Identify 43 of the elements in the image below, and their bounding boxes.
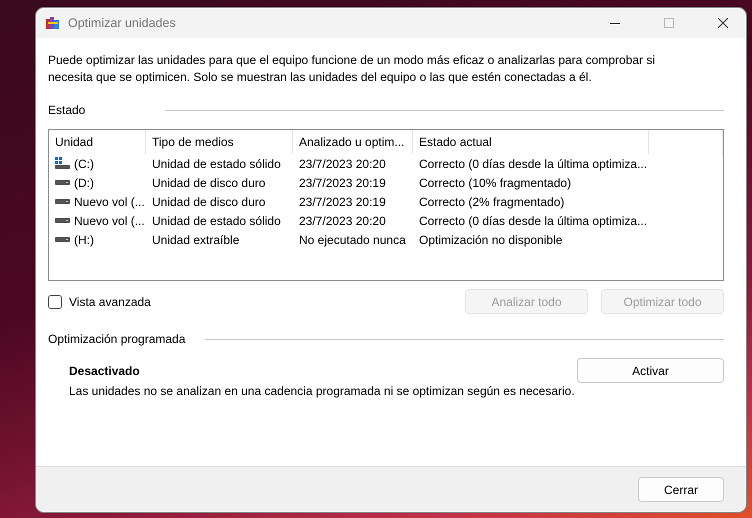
- table-cell-text: Correcto (2% fragmentado): [418, 194, 566, 210]
- table-cell: Nuevo vol (...: [49, 192, 146, 211]
- table-cell-text: Unidad de estado sólido: [151, 212, 282, 230]
- table-cell: (H:): [49, 230, 146, 249]
- close-dialog-button[interactable]: Cerrar: [638, 477, 724, 502]
- table-cell-text: No ejecutado nunca: [298, 232, 407, 248]
- column-header[interactable]: Estado actual: [413, 130, 649, 154]
- column-header[interactable]: Unidad: [49, 130, 146, 154]
- activate-button[interactable]: Activar: [577, 358, 724, 383]
- checkbox-label: Vista avanzada: [69, 294, 152, 308]
- table-cell: (C:): [49, 154, 146, 173]
- table-cell-text: 23/7/2023 20:20: [298, 156, 387, 172]
- drive-icon: [55, 237, 70, 242]
- table-cell-text: Correcto (0 días desde la última optimiza...: [418, 212, 648, 230]
- section-title: Optimización programada: [48, 332, 186, 346]
- column-header[interactable]: Analizado u optim...: [293, 130, 413, 154]
- drive-icon: [55, 180, 70, 185]
- defragment-app-icon: [46, 16, 60, 30]
- table-cell-text: 23/7/2023 20:20: [298, 212, 387, 230]
- maximize-icon: [664, 18, 674, 28]
- table-cell-text: Unidad de estado sólido: [151, 156, 282, 172]
- column-header[interactable]: Tipo de medios: [146, 130, 293, 154]
- minimize-icon: [610, 22, 620, 24]
- drive-icon: [55, 199, 70, 204]
- windows-drive-icon: [55, 157, 70, 170]
- table-cell-text: Unidad de disco duro: [151, 194, 266, 210]
- drive-icon: [55, 218, 70, 223]
- section-title: Estado: [48, 103, 86, 117]
- table-cell-text: Optimización no disponible: [418, 232, 564, 248]
- checkbox[interactable]: [48, 294, 62, 308]
- table-cell: (D:): [49, 173, 146, 192]
- schedule-description: Las unidades no se analizan en una cadencia programada ni se optimizan según es necesario.: [69, 384, 576, 398]
- schedule-status: Desactivado: [69, 364, 141, 378]
- table-cell-text: Unidad de disco duro: [151, 174, 266, 192]
- close-icon: [718, 18, 728, 28]
- table-cell-text: Unidad extraíble: [151, 232, 240, 248]
- window-title: Optimizar unidades: [68, 16, 177, 30]
- table-cell-text: Correcto (0 días desde la última optimiza...: [418, 156, 648, 172]
- table-cell-text: 23/7/2023 20:19: [298, 174, 387, 192]
- table-cell-text: Correcto (10% fragmentado): [418, 174, 572, 192]
- table-cell: Nuevo vol (...: [49, 211, 146, 230]
- table-cell-text: 23/7/2023 20:19: [298, 194, 387, 210]
- description-text: Puede optimizar las unidades para que el equipo funcione de un modo más eficaz o analizarlas para comprobar si necesita que se optimicen. Solo se muestran las unidades del equipo o las que estén conectadas a él.: [48, 52, 656, 86]
